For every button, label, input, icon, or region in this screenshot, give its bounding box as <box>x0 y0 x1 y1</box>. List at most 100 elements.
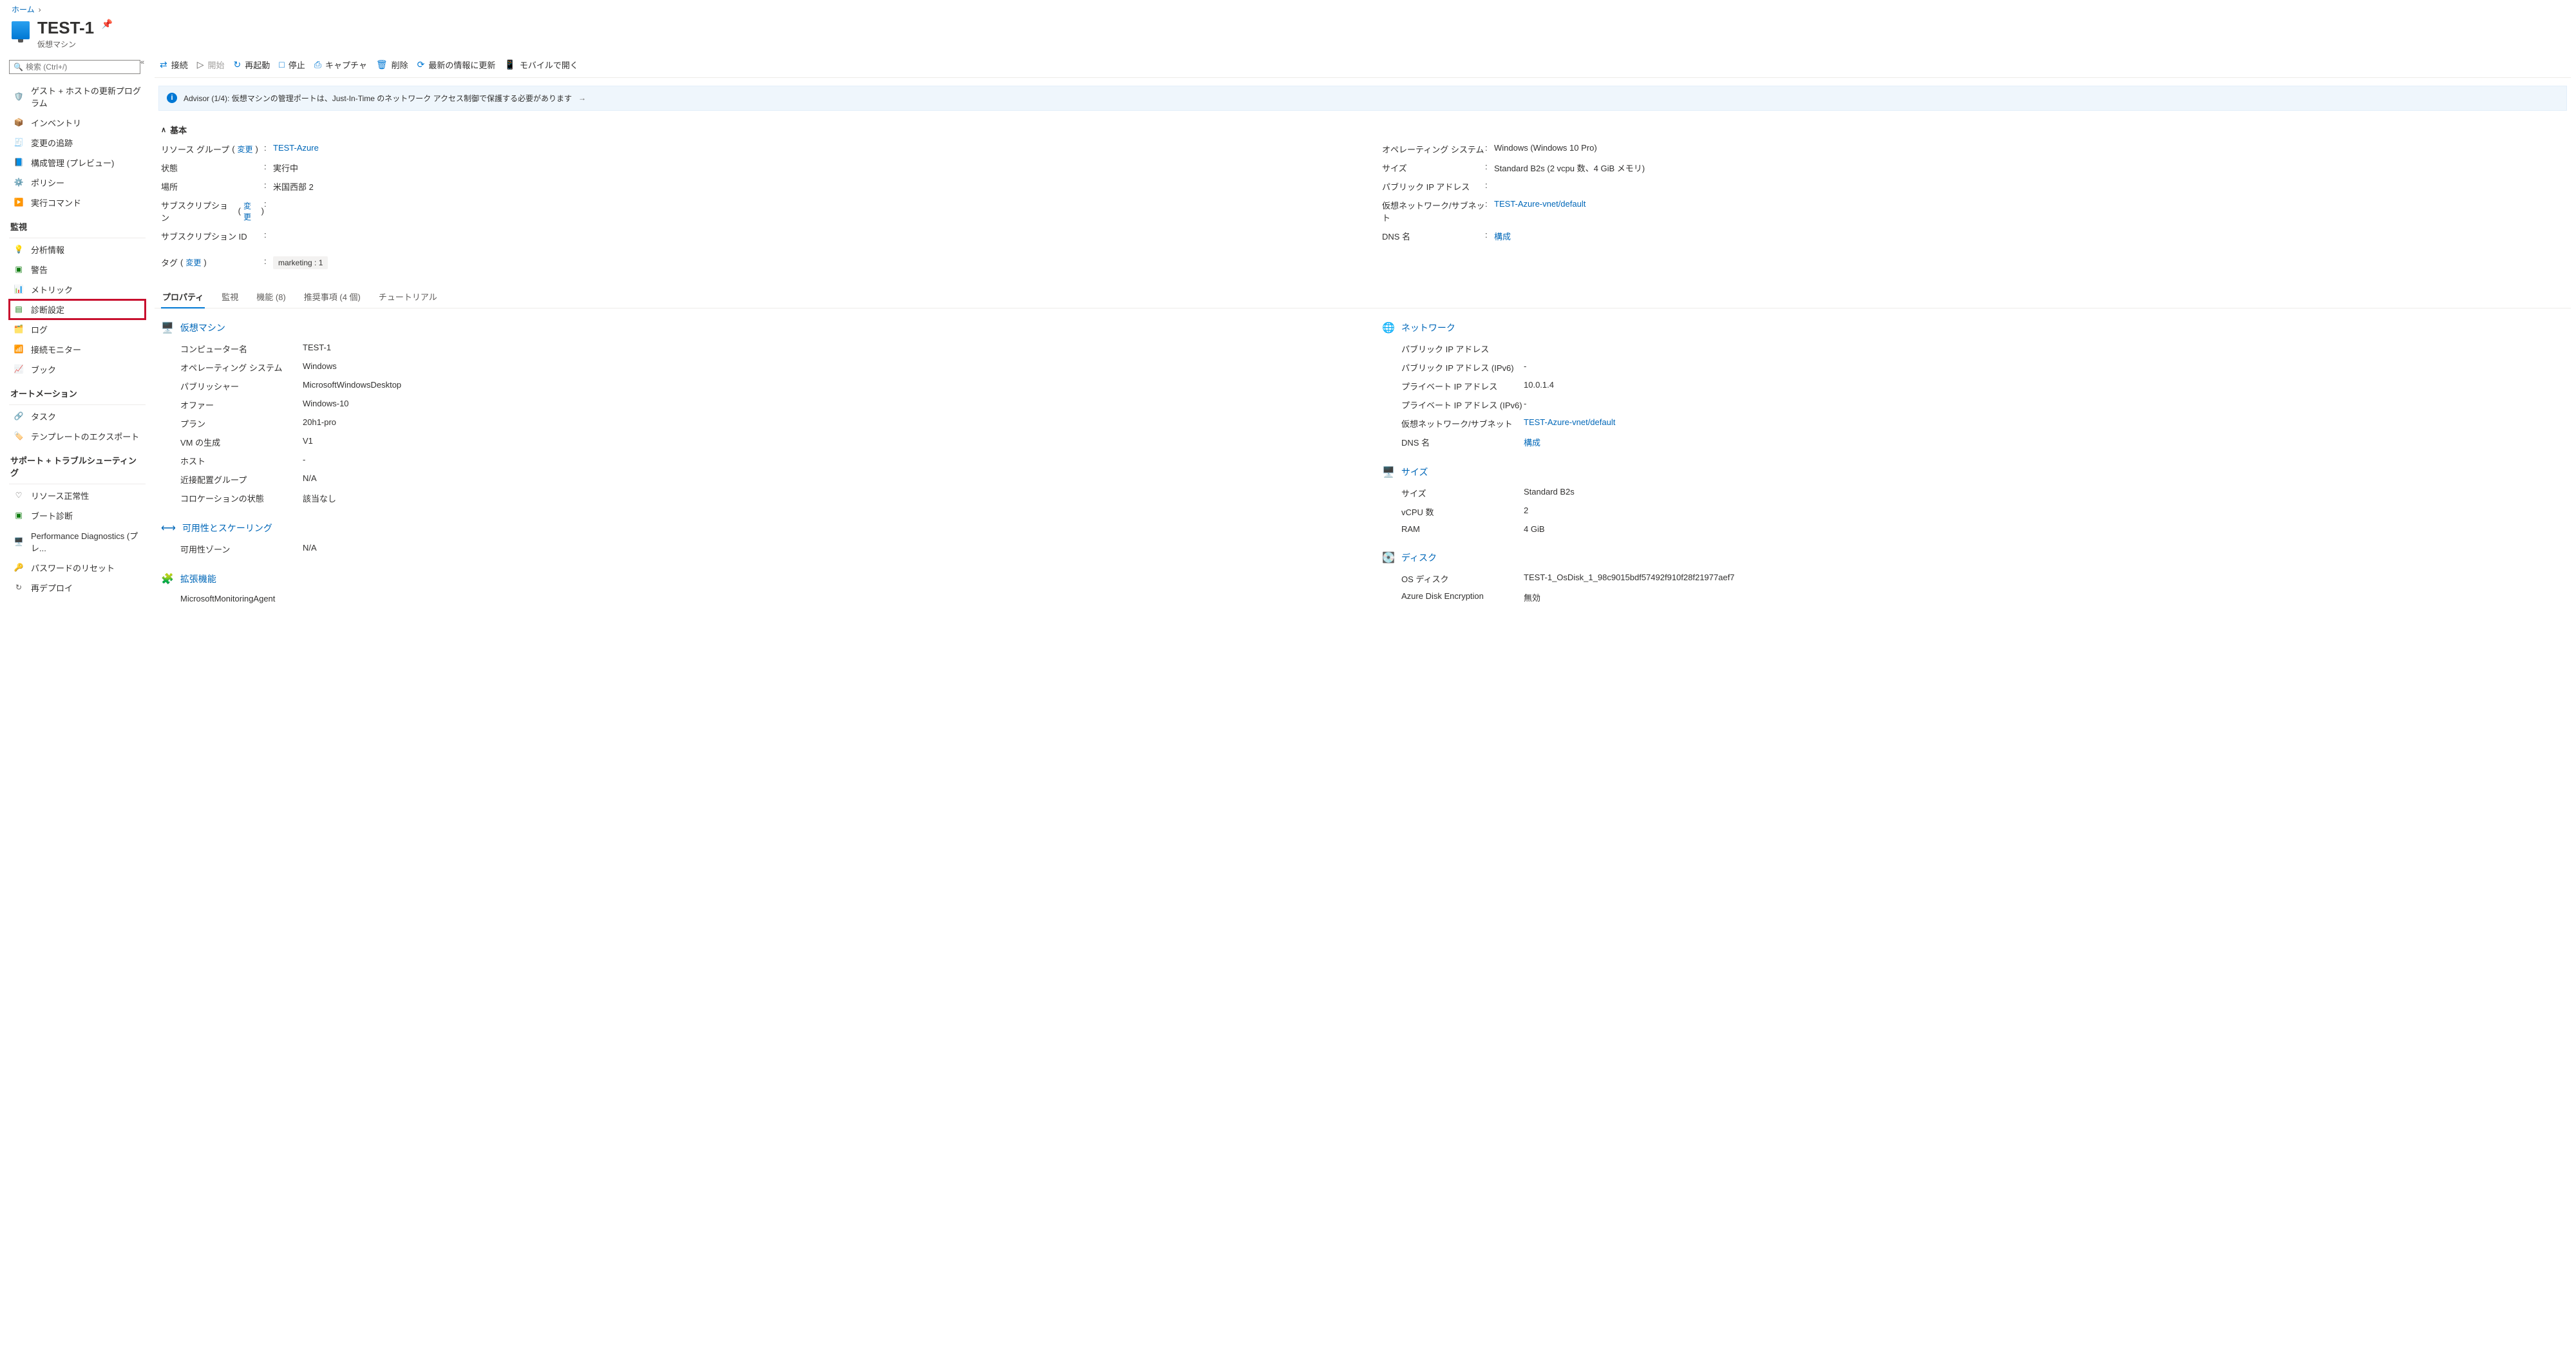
breadcrumb-home[interactable]: ホーム <box>12 4 35 15</box>
sidebar-item-label: ポリシー <box>31 176 64 189</box>
vnet-value[interactable]: TEST-Azure-vnet/default <box>1494 199 1586 209</box>
sidebar-item-label: ブート診断 <box>31 509 73 522</box>
sidebar-item-change-tracking[interactable]: 🧾 変更の追跡 <box>9 133 146 153</box>
sidebar-item-reset-password[interactable]: 🔑 パスワードのリセット <box>9 558 146 578</box>
os-label: オペレーティング システム <box>180 361 303 374</box>
sidebar-search-input[interactable] <box>26 62 136 71</box>
location-label: 場所 <box>161 180 264 193</box>
dns-value[interactable]: 構成 <box>1494 232 1511 242</box>
section-head-network[interactable]: 🌐 ネットワーク <box>1382 321 2564 334</box>
change-resource-group[interactable]: 変更 <box>238 144 253 155</box>
sidebar-item-tasks[interactable]: 🔗 タスク <box>9 406 146 426</box>
sidebar-item-perf-diagnostics[interactable]: 🖥️ Performance Diagnostics (プレ... <box>9 526 146 558</box>
sidebar-item-policy[interactable]: ⚙️ ポリシー <box>9 173 146 193</box>
mobile-button[interactable]: 📱 モバイルで開く <box>504 59 578 71</box>
sidebar-group-support: サポート + トラブルシューティング <box>9 446 146 481</box>
main-content: « ⇄ 接続 ▷ 開始 ↻ 再起動 □ 停止 <box>149 55 2576 636</box>
sidebar-item-label: テンプレートのエクスポート <box>31 430 139 442</box>
sidebar-item-resource-health[interactable]: ♡ リソース正常性 <box>9 486 146 506</box>
size-label: サイズ <box>1382 162 1485 174</box>
perf-icon: 🖥️ <box>13 536 24 547</box>
sidebar-item-connection-monitor[interactable]: 📶 接続モニター <box>9 339 146 359</box>
status-value: 実行中 <box>273 162 1343 174</box>
sidebar-item-run-command[interactable]: ▶️ 実行コマンド <box>9 193 146 213</box>
sidebar-item-workbooks[interactable]: 📈 ブック <box>9 359 146 379</box>
mobile-icon: 📱 <box>504 59 515 70</box>
button-label: 最新の情報に更新 <box>428 59 495 71</box>
capture-icon: ⎙ <box>314 59 321 70</box>
tab-capabilities[interactable]: 機能 (8) <box>255 288 287 308</box>
sidebar-item-diagnostic-settings[interactable]: ▤ 診断設定 <box>9 299 146 319</box>
generation-value: V1 <box>303 436 1343 448</box>
change-tags[interactable]: 変更 <box>185 257 201 268</box>
sidebar-item-config-mgmt[interactable]: 📘 構成管理 (プレビュー) <box>9 153 146 173</box>
section-head-disk[interactable]: 💽 ディスク <box>1382 551 2564 564</box>
zone-label: 可用性ゾーン <box>180 543 303 555</box>
tab-monitoring[interactable]: 監視 <box>220 288 240 308</box>
computer-name-label: コンピューター名 <box>180 343 303 355</box>
sidebar-item-insights[interactable]: 💡 分析情報 <box>9 240 146 260</box>
section-head-vm[interactable]: 🖥️ 仮想マシン <box>161 321 1343 334</box>
stop-icon: □ <box>279 59 284 70</box>
sidebar-item-label: 構成管理 (プレビュー) <box>31 156 114 169</box>
pin-icon[interactable]: 📌 <box>102 19 113 30</box>
delete-button[interactable]: 🗑 削除 <box>376 59 408 71</box>
capture-button[interactable]: ⎙ キャプチャ <box>314 59 367 71</box>
tag-chip[interactable]: marketing : 1 <box>273 256 328 269</box>
size-size-label: サイズ <box>1401 487 1524 499</box>
size-size-value: Standard B2s <box>1524 487 2564 499</box>
sidebar-item-label: 実行コマンド <box>31 196 81 209</box>
start-icon: ▷ <box>197 59 204 70</box>
sidebar-item-label: ゲスト + ホストの更新プログラム <box>31 84 142 109</box>
change-subscription[interactable]: 変更 <box>243 200 259 222</box>
size-icon: 🖥️ <box>1382 466 1395 479</box>
advisor-banner[interactable]: i Advisor (1/4): 仮想マシンの管理ポートは、Just-In-Ti… <box>158 86 2567 111</box>
size-vcpu-value: 2 <box>1524 506 2564 518</box>
resource-type: 仮想マシン <box>37 39 113 50</box>
subscription-id-label: サブスクリプション ID <box>161 230 264 242</box>
document-icon: ▤ <box>13 303 24 315</box>
detail-tabs: プロパティ 監視 機能 (8) 推奨事項 (4 個) チュートリアル <box>155 276 2571 308</box>
task-icon: 🔗 <box>13 410 24 422</box>
net-vnet-value[interactable]: TEST-Azure-vnet/default <box>1524 417 1615 427</box>
collapse-sidebar-icon[interactable]: « <box>140 59 144 66</box>
sidebar-item-boot-diagnostics[interactable]: ▣ ブート診断 <box>9 506 146 526</box>
section-head-size[interactable]: 🖥️ サイズ <box>1382 466 2564 479</box>
net-prip-value: 10.0.1.4 <box>1524 380 2564 392</box>
tab-recommendations[interactable]: 推奨事項 (4 個) <box>303 288 362 308</box>
logs-icon: 🗂️ <box>13 323 24 335</box>
tab-properties[interactable]: プロパティ <box>161 288 205 308</box>
sidebar-item-inventory[interactable]: 📦 インベントリ <box>9 113 146 133</box>
connect-button[interactable]: ⇄ 接続 <box>160 59 188 71</box>
disk-os-label: OS ディスク <box>1401 573 1524 585</box>
sidebar-search[interactable]: 🔍 <box>9 60 140 74</box>
essentials-toggle[interactable]: ∧ 基本 <box>161 120 2564 140</box>
connect-icon: ⇄ <box>160 59 167 70</box>
restart-icon: ↻ <box>234 59 242 70</box>
os-label: オペレーティング システム <box>1382 143 1485 155</box>
sidebar-item-metrics[interactable]: 📊 メトリック <box>9 280 146 299</box>
os-value: Windows (Windows 10 Pro) <box>1494 143 2564 155</box>
net-prip6-label: プライベート IP アドレス (IPv6) <box>1401 399 1524 411</box>
subscription-value <box>273 199 1343 223</box>
heart-icon: ♡ <box>13 489 24 501</box>
sidebar-item-updates[interactable]: 🛡️ ゲスト + ホストの更新プログラム <box>9 81 146 113</box>
os-value: Windows <box>303 361 1343 374</box>
tab-tutorials[interactable]: チュートリアル <box>377 288 439 308</box>
net-pip-value <box>1524 343 2564 355</box>
section-head-extensions[interactable]: 🧩 拡張機能 <box>161 573 1343 585</box>
resource-group-value[interactable]: TEST-Azure <box>273 143 319 153</box>
sidebar-item-export-template[interactable]: 🏷️ テンプレートのエクスポート <box>9 426 146 446</box>
sidebar-item-alerts[interactable]: ▣ 警告 <box>9 260 146 280</box>
sidebar-item-redeploy[interactable]: ↻ 再デプロイ <box>9 578 146 598</box>
refresh-button[interactable]: ⟳ 最新の情報に更新 <box>417 59 496 71</box>
sidebar-group-automation: オートメーション <box>9 379 146 402</box>
sidebar-item-logs[interactable]: 🗂️ ログ <box>9 319 146 339</box>
essentials-header: 基本 <box>170 124 187 136</box>
section-head-availability[interactable]: ⟷ 可用性とスケーリング <box>161 522 1343 535</box>
plan-value: 20h1-pro <box>303 417 1343 430</box>
stop-button[interactable]: □ 停止 <box>279 59 305 71</box>
net-dns-value[interactable]: 構成 <box>1524 438 1540 448</box>
vm-icon <box>12 21 30 39</box>
restart-button[interactable]: ↻ 再起動 <box>234 59 270 71</box>
